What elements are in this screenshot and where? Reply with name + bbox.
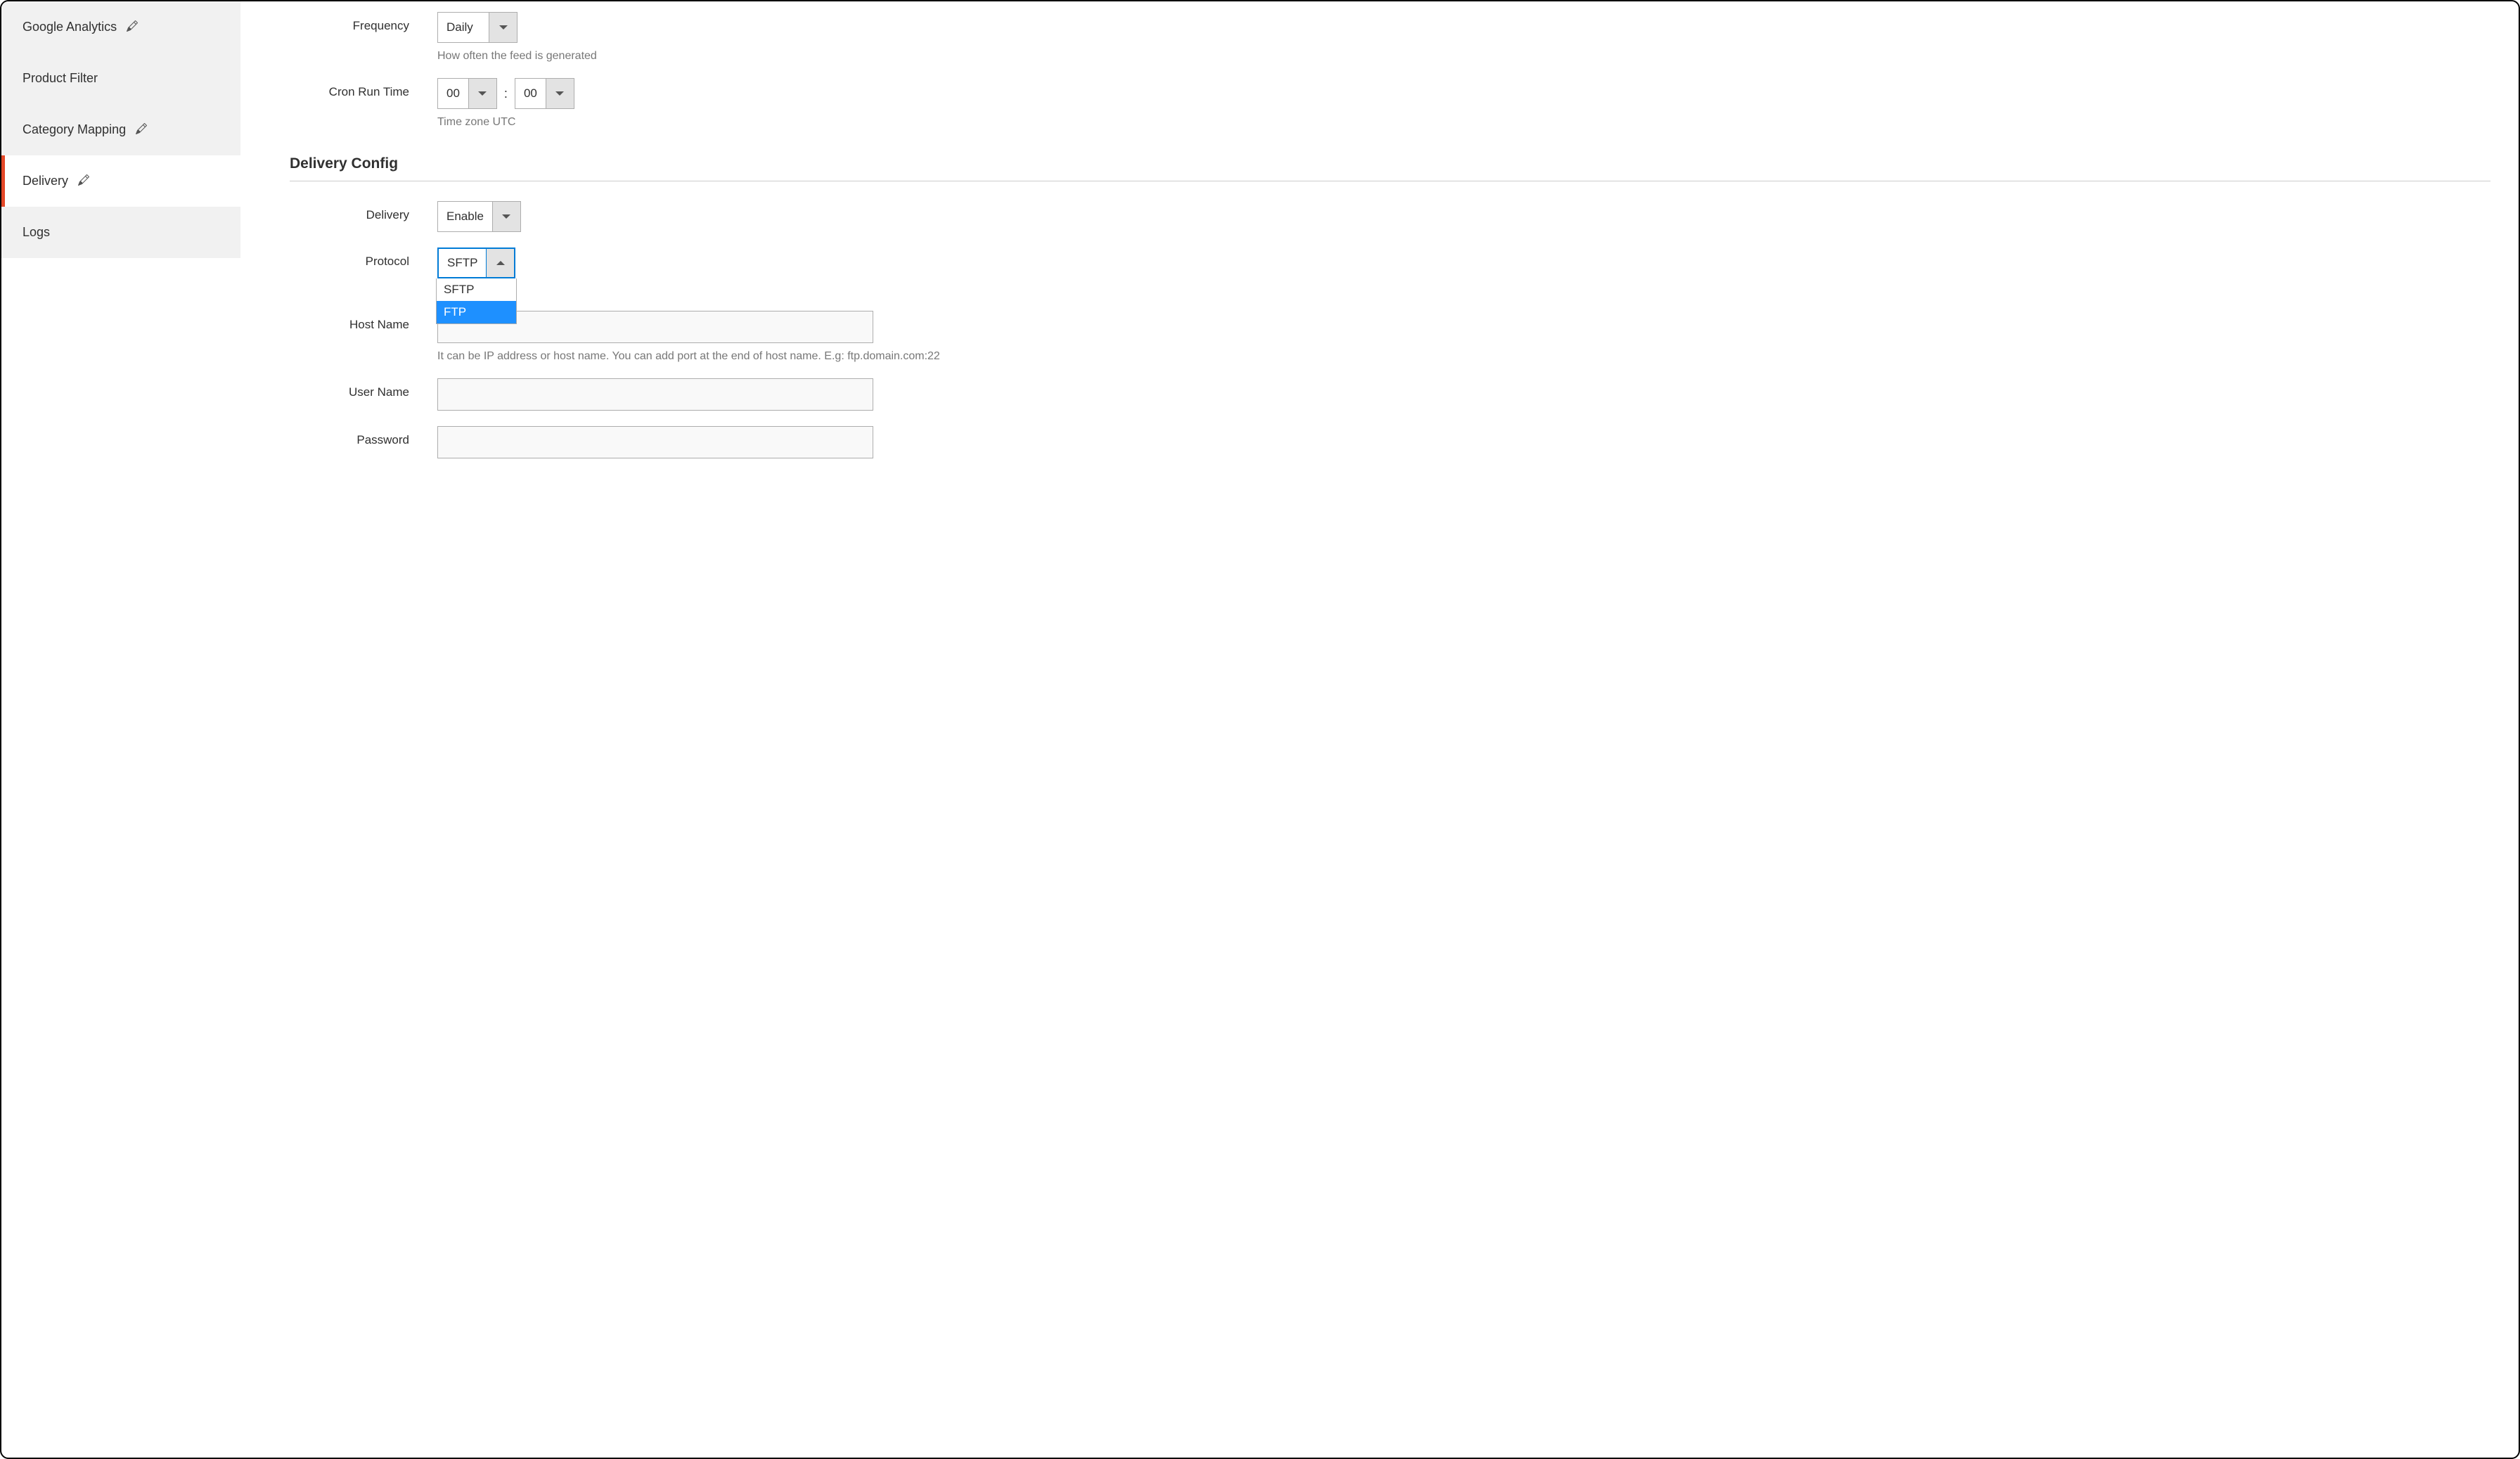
pencil-icon <box>136 123 147 137</box>
sidebar-item-product-filter[interactable]: Product Filter <box>1 53 240 104</box>
host-name-label: Host Name <box>290 311 437 332</box>
pencil-icon <box>127 20 138 34</box>
password-input[interactable] <box>437 426 873 458</box>
protocol-value: SFTP <box>439 256 486 270</box>
password-label: Password <box>290 426 437 447</box>
frequency-select[interactable]: Daily <box>437 12 518 43</box>
protocol-dropdown: SFTP FTP <box>436 278 517 324</box>
sidebar-item-label: Product Filter <box>22 71 98 86</box>
user-name-input[interactable] <box>437 378 873 411</box>
cron-minute-value: 00 <box>515 86 546 101</box>
user-name-label: User Name <box>290 378 437 399</box>
user-name-row: User Name <box>290 378 2490 411</box>
frequency-value: Daily <box>438 20 489 34</box>
cron-hour-select[interactable]: 00 <box>437 78 497 109</box>
frequency-hint: How often the feed is generated <box>437 50 2490 63</box>
protocol-option-sftp[interactable]: SFTP <box>437 278 516 301</box>
frequency-row: Frequency Daily How often the feed is ge… <box>290 12 2490 63</box>
sidebar-item-label: Google Analytics <box>22 20 117 34</box>
password-row: Password <box>290 426 2490 458</box>
delivery-select[interactable]: Enable <box>437 201 521 232</box>
sidebar: Google Analytics Product Filter Category… <box>1 1 240 1458</box>
delivery-config-title: Delivery Config <box>290 155 2490 181</box>
sidebar-item-category-mapping[interactable]: Category Mapping <box>1 104 240 155</box>
protocol-label: Protocol <box>290 248 437 269</box>
sidebar-item-label: Delivery <box>22 174 68 188</box>
delivery-value: Enable <box>438 210 492 224</box>
protocol-select[interactable]: SFTP <box>437 248 515 278</box>
delivery-label: Delivery <box>290 201 437 222</box>
cron-run-time-row: Cron Run Time 00 : 00 Time zone UTC <box>290 78 2490 129</box>
cron-run-time-label: Cron Run Time <box>290 78 437 99</box>
sidebar-item-delivery[interactable]: Delivery <box>1 155 240 207</box>
chevron-down-icon <box>546 79 574 108</box>
host-name-row: Host Name It can be IP address or host n… <box>290 311 2490 363</box>
main-content: Frequency Daily How often the feed is ge… <box>240 1 2519 1458</box>
sidebar-item-label: Category Mapping <box>22 122 126 137</box>
chevron-down-icon <box>468 79 496 108</box>
chevron-down-icon <box>489 13 517 42</box>
protocol-row: Protocol SFTP SFTP FTP <box>290 248 2490 278</box>
host-name-hint: It can be IP address or host name. You c… <box>437 350 2490 363</box>
sidebar-item-logs[interactable]: Logs <box>1 207 240 258</box>
cron-hour-value: 00 <box>438 86 468 101</box>
sidebar-item-google-analytics[interactable]: Google Analytics <box>1 1 240 53</box>
protocol-option-ftp[interactable]: FTP <box>437 301 516 323</box>
cron-hint: Time zone UTC <box>437 116 2490 129</box>
chevron-up-icon <box>486 249 514 277</box>
pencil-icon <box>78 174 89 188</box>
delivery-row: Delivery Enable <box>290 201 2490 232</box>
chevron-down-icon <box>492 202 520 231</box>
frequency-label: Frequency <box>290 12 437 33</box>
sidebar-item-label: Logs <box>22 225 50 240</box>
cron-minute-select[interactable]: 00 <box>515 78 574 109</box>
time-separator: : <box>504 86 508 101</box>
